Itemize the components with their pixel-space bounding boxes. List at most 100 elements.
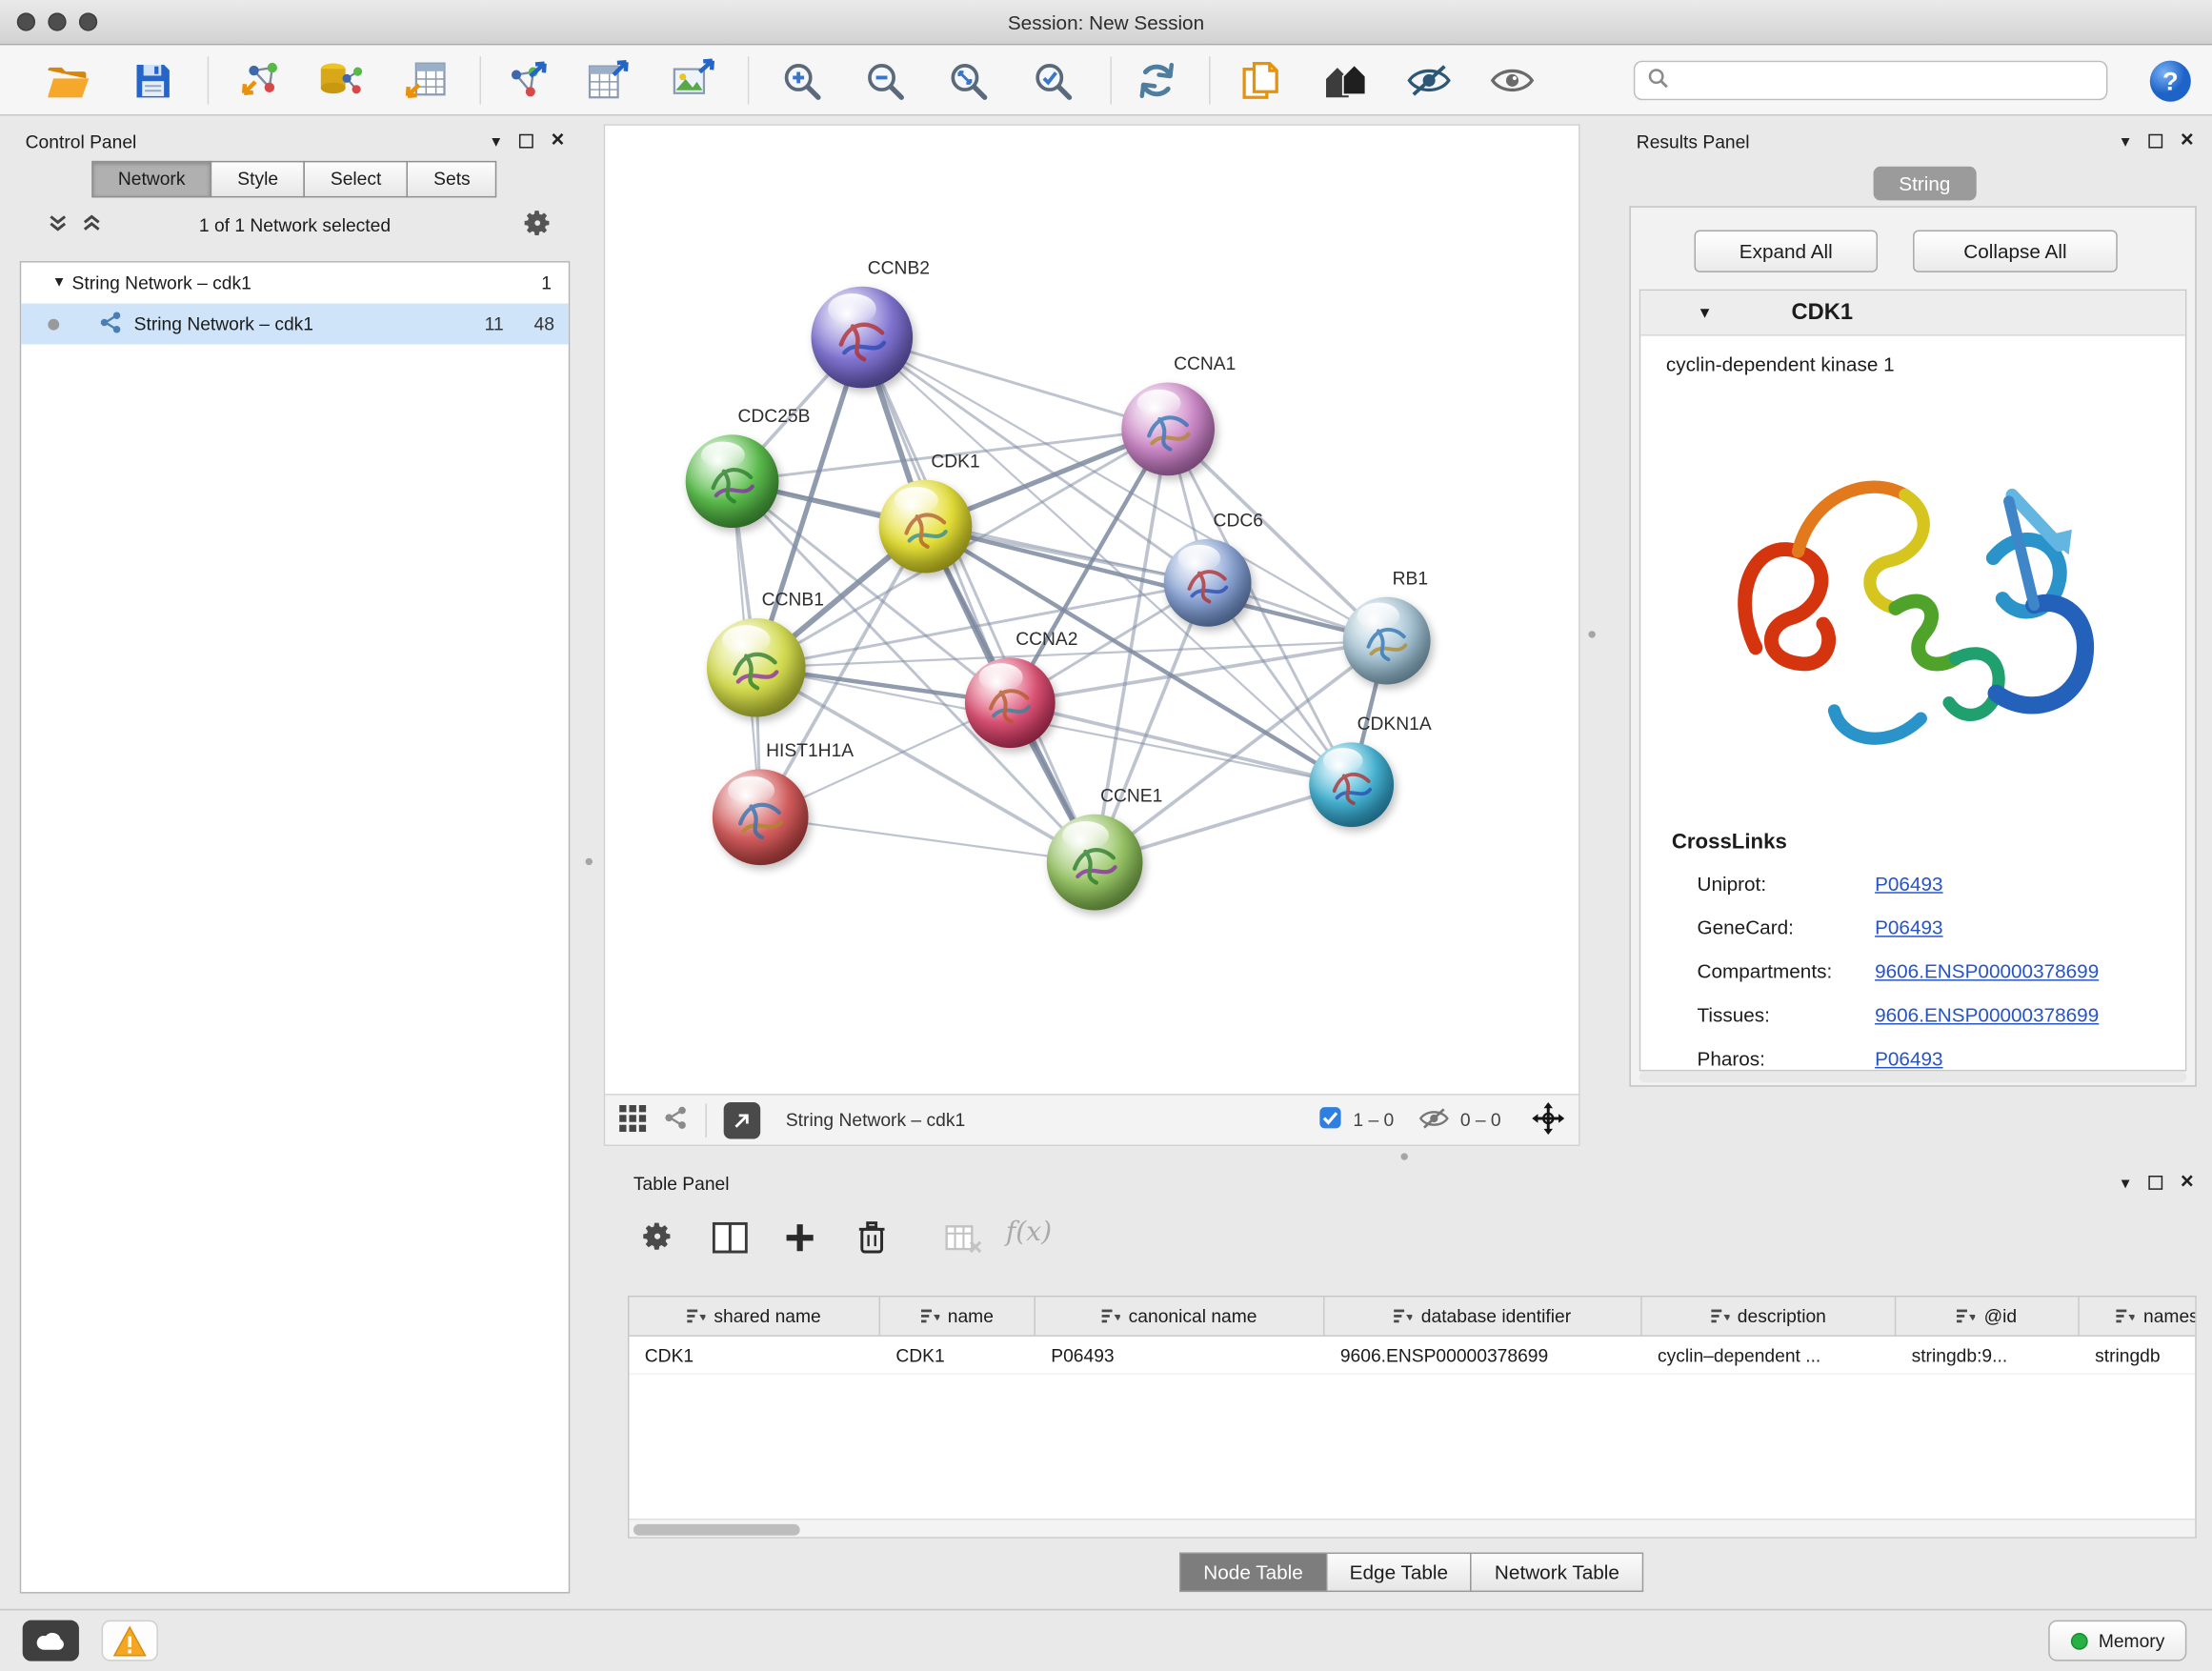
memory-button[interactable]: Memory <box>2048 1621 2186 1661</box>
results-panel: Results Panel ▾ × String Expand All Coll… <box>1622 124 2208 1146</box>
control-tab-style[interactable]: Style <box>211 161 305 198</box>
protein-squiggle-icon <box>1137 399 1198 460</box>
crosslink-link-uniprot[interactable]: P06493 <box>1875 872 1942 895</box>
column-header-name[interactable]: name <box>880 1297 1036 1335</box>
hidden-eye-slash-icon[interactable] <box>1419 1107 1449 1133</box>
control-tab-network[interactable]: Network <box>91 161 212 198</box>
network-canvas[interactable]: CCNB2CCNA1CDC25BCDK1CDC6RB1CCNB1CCNA2CDK… <box>605 126 1579 1094</box>
table-cell: P06493 <box>1036 1337 1325 1374</box>
control-tab-sets[interactable]: Sets <box>407 161 497 198</box>
cloud-button[interactable] <box>23 1621 79 1661</box>
table-settings-gear-icon[interactable] <box>640 1219 674 1258</box>
panel-close-icon[interactable]: × <box>2181 130 2194 152</box>
network-node-rb1[interactable] <box>1343 597 1431 685</box>
save-session-icon[interactable] <box>129 58 176 103</box>
panel-maximize-icon[interactable] <box>2148 1176 2162 1190</box>
network-selection-status: 1 of 1 Network selected <box>11 213 578 234</box>
control-tab-select[interactable]: Select <box>304 161 409 198</box>
add-column-icon[interactable] <box>784 1222 815 1258</box>
column-header-namespace[interactable]: namespace <box>2080 1297 2197 1335</box>
panel-float-icon[interactable]: ▾ <box>2122 1175 2130 1192</box>
zoom-fit-icon[interactable] <box>944 58 992 103</box>
table-row[interactable]: CDK1CDK1P064939606.ENSP00000378699cyclin… <box>629 1337 2195 1375</box>
table-tab-edge-table[interactable]: Edge Table <box>1326 1553 1473 1592</box>
protein-squiggle-icon <box>1179 554 1237 612</box>
network-node-cdkn1a[interactable] <box>1309 742 1394 827</box>
svg-text:?: ? <box>2162 66 2178 95</box>
table-horizontal-scrollbar[interactable] <box>629 1519 2195 1537</box>
column-header-description[interactable]: description <box>1642 1297 1897 1335</box>
cybrowser-home-icon[interactable] <box>1322 58 1370 103</box>
refresh-icon[interactable] <box>1133 58 1180 103</box>
show-columns-icon[interactable] <box>713 1222 748 1258</box>
export-view-button[interactable] <box>724 1101 761 1138</box>
network-view: CCNB2CCNA1CDC25BCDK1CDC6RB1CCNB1CCNA2CDK… <box>604 124 1580 1146</box>
hide-glass-eye-slash-icon[interactable] <box>1405 58 1453 103</box>
collapse-arrow-icon[interactable]: ▼ <box>1697 304 1712 321</box>
network-row-selected[interactable]: String Network – cdk1 11 48 <box>21 304 569 345</box>
horizontal-splitter-grip[interactable] <box>1401 1153 1408 1159</box>
zoom-selected-icon[interactable] <box>1029 58 1076 103</box>
network-node-cdc6[interactable] <box>1164 539 1252 627</box>
clone-network-icon[interactable] <box>1237 58 1285 103</box>
export-table-icon[interactable] <box>584 58 632 103</box>
column-header-sharedname[interactable]: shared name <box>629 1297 880 1335</box>
zoom-out-icon[interactable] <box>860 58 908 103</box>
import-table-icon[interactable] <box>401 58 449 103</box>
vertical-splitter-grip[interactable] <box>1588 631 1595 637</box>
zoom-in-icon[interactable] <box>777 58 825 103</box>
network-node-ccnb1[interactable] <box>707 618 806 717</box>
crosslink-link-compartments[interactable]: 9606.ENSP00000378699 <box>1875 959 2099 982</box>
network-node-ccna2[interactable] <box>965 657 1056 748</box>
network-node-cdk1[interactable] <box>879 480 973 574</box>
results-scrollbar[interactable] <box>1639 1071 2187 1082</box>
search-input[interactable] <box>1679 70 2093 91</box>
scrollbar-thumb[interactable] <box>633 1523 800 1535</box>
tab-string[interactable]: String <box>1874 167 1976 201</box>
selected-checkbox-icon[interactable] <box>1319 1106 1342 1133</box>
show-glass-eye-icon[interactable] <box>1488 58 1536 103</box>
collapse-all-button[interactable]: Collapse All <box>1913 230 2118 272</box>
expand-all-button[interactable]: Expand All <box>1695 230 1879 272</box>
table-panel-tabs: Node TableEdge TableNetwork Table <box>616 1553 2207 1592</box>
help-icon[interactable]: ? <box>2145 58 2193 103</box>
network-node-label: CCNA2 <box>1016 628 1077 649</box>
network-node-ccna1[interactable] <box>1121 382 1215 475</box>
network-share-icon[interactable] <box>663 1105 689 1135</box>
export-image-icon[interactable] <box>669 58 716 103</box>
vertical-splitter-grip[interactable] <box>586 858 593 865</box>
panel-close-icon[interactable]: × <box>2181 1172 2194 1195</box>
export-network-icon[interactable] <box>502 58 550 103</box>
network-edge[interactable] <box>862 337 1095 862</box>
import-network-file-icon[interactable] <box>235 58 283 103</box>
panel-maximize-icon[interactable] <box>518 134 533 149</box>
network-edge[interactable] <box>760 817 1095 862</box>
table-tab-network-table[interactable]: Network Table <box>1471 1553 1643 1592</box>
column-header-id[interactable]: @id <box>1896 1297 2080 1335</box>
warnings-button[interactable] <box>102 1621 158 1661</box>
column-header-canonicalname[interactable]: canonical name <box>1036 1297 1325 1335</box>
network-node-hist1h1a[interactable] <box>713 769 809 865</box>
import-network-database-icon[interactable] <box>316 58 364 103</box>
panel-maximize-icon[interactable] <box>2148 134 2162 149</box>
open-session-icon[interactable] <box>44 58 91 103</box>
network-node-ccne1[interactable] <box>1047 815 1143 911</box>
panel-float-icon[interactable]: ▾ <box>2122 132 2130 150</box>
crosslink-link-genecard[interactable]: P06493 <box>1875 916 1942 938</box>
crosslink-link-pharos[interactable]: P06493 <box>1875 1046 1942 1069</box>
network-node-cdc25b[interactable] <box>686 434 779 528</box>
birdseye-grid-icon[interactable] <box>619 1104 646 1136</box>
network-node-ccnb2[interactable] <box>812 287 914 389</box>
panel-close-icon[interactable]: × <box>552 130 565 152</box>
panel-float-icon[interactable]: ▾ <box>492 132 500 150</box>
network-node-label: RB1 <box>1393 568 1428 589</box>
column-header-databaseidentifier[interactable]: database identifier <box>1325 1297 1642 1335</box>
tree-expand-icon[interactable]: ▼ <box>52 275 72 291</box>
delete-column-trash-icon[interactable] <box>856 1219 888 1258</box>
table-tab-node-table[interactable]: Node Table <box>1179 1553 1327 1592</box>
network-options-gear-icon[interactable] <box>522 207 553 242</box>
crosslink-link-tissues[interactable]: 9606.ENSP00000378699 <box>1875 1003 2099 1026</box>
fit-crosshair-icon[interactable] <box>1532 1101 1564 1138</box>
network-collection-row[interactable]: ▼ String Network – cdk1 1 <box>21 263 569 304</box>
protein-card-header[interactable]: ▼ CDK1 <box>1640 291 2185 335</box>
